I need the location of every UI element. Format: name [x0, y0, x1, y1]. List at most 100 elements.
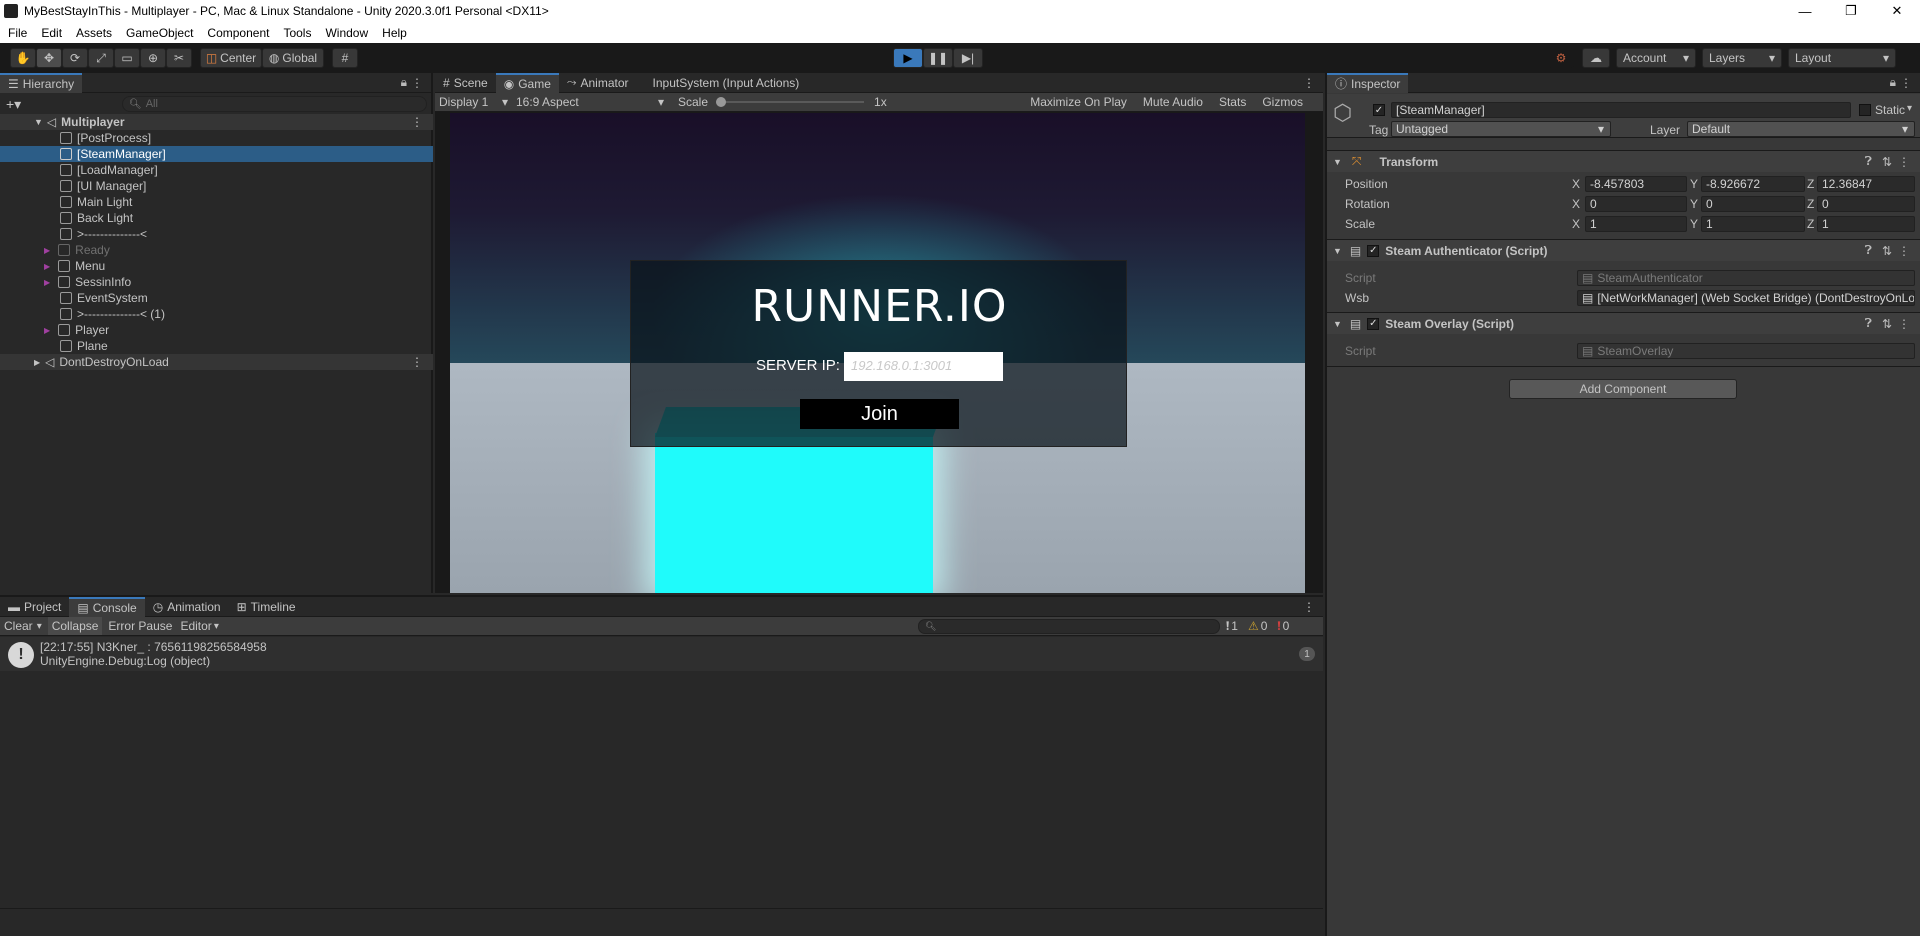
slider-thumb[interactable] [716, 97, 727, 107]
scale-slider[interactable] [716, 97, 865, 107]
ddol-scene-row[interactable]: ▶ ◁ DontDestroyOnLoad ⋮ [0, 354, 433, 370]
rotate-tool-icon[interactable]: ⟳ [62, 48, 88, 68]
menu-tools[interactable]: Tools [283, 26, 311, 40]
menu-gameobject[interactable]: GameObject [126, 26, 193, 40]
hierarchy-item[interactable]: [LoadManager] [0, 162, 433, 178]
stats-toggle[interactable]: Stats [1211, 93, 1254, 112]
game-render[interactable]: RUNNER.IO SERVER IP: 192.168.0.1:3001 Jo… [450, 113, 1305, 593]
tab-hierarchy[interactable]: ☰ Hierarchy [0, 72, 83, 93]
play-button[interactable]: ▶ [893, 48, 923, 68]
expand-arrow-icon[interactable]: ▶ [44, 246, 50, 255]
rect-tool-icon[interactable]: ▭ [114, 48, 140, 68]
preset-icon[interactable]: ⇅ [1882, 244, 1892, 258]
help-icon[interactable]: ❓︎ [1865, 243, 1872, 258]
collapse-arrow-icon[interactable]: ▼ [1333, 246, 1342, 256]
hierarchy-item[interactable]: ▶ Menu [0, 258, 433, 274]
console-search-input[interactable]: 🔍︎ [918, 618, 1220, 634]
tab-timeline[interactable]: ⊞ Timeline [229, 597, 304, 617]
collapse-arrow-icon[interactable]: ▼ [1333, 319, 1342, 329]
component-menu-icon[interactable]: ⋮ [1898, 317, 1910, 331]
tab-project[interactable]: ▬ Project [0, 597, 69, 617]
hierarchy-item[interactable]: ▶ Player [0, 322, 433, 338]
expand-arrow-icon[interactable]: ▶ [34, 358, 40, 367]
maximize-on-play-toggle[interactable]: Maximize On Play [1022, 93, 1135, 112]
display-dropdown[interactable]: Display 1 ▾ [435, 95, 512, 109]
hierarchy-item[interactable]: Back Light [0, 210, 433, 226]
transform-header[interactable]: ▼ ⤧ Transform ❓︎ ⇅ ⋮ [1327, 150, 1920, 172]
menu-edit[interactable]: Edit [41, 26, 62, 40]
component-enabled-checkbox[interactable]: ✓ [1367, 317, 1380, 330]
move-tool-icon[interactable]: ✥ [36, 48, 62, 68]
add-component-button[interactable]: Add Component [1509, 379, 1737, 399]
aspect-dropdown[interactable]: 16:9 Aspect ▾ [512, 95, 672, 109]
rotation-x-input[interactable]: 0 [1585, 196, 1687, 212]
position-y-input[interactable]: -8.926672 [1701, 176, 1805, 192]
more-options-icon[interactable]: ⋮ [411, 76, 423, 90]
menu-assets[interactable]: Assets [76, 26, 112, 40]
tab-scene[interactable]: # Scene [435, 73, 496, 93]
grid-snap-icon[interactable]: # [332, 48, 358, 68]
close-button[interactable]: ✕ [1874, 0, 1920, 22]
help-icon[interactable]: ❓︎ [1865, 154, 1872, 169]
step-button[interactable]: ▶| [953, 48, 983, 68]
scale-x-input[interactable]: 1 [1585, 216, 1687, 232]
error-count-icon[interactable]: ❗︎ [1277, 619, 1280, 634]
tab-inspector[interactable]: ⓘ Inspector [1327, 72, 1409, 93]
warning-count-icon[interactable]: ⚠ [1248, 619, 1259, 633]
rotation-z-input[interactable]: 0 [1817, 196, 1915, 212]
active-checkbox[interactable]: ✓ [1373, 104, 1385, 116]
steam-authenticator-header[interactable]: ▼ ▤ ✓ Steam Authenticator (Script) ❓︎ ⇅ … [1327, 239, 1920, 261]
gizmos-dropdown[interactable]: Gizmos [1254, 93, 1317, 112]
tab-game[interactable]: ◉ Game [495, 72, 559, 93]
rotation-y-input[interactable]: 0 [1701, 196, 1805, 212]
hierarchy-item-inactive[interactable]: ▶ Ready [0, 242, 433, 258]
error-pause-toggle[interactable]: Error Pause [102, 619, 178, 633]
log-entry[interactable]: ! [22:17:55] N3Kner_ : 76561198256584958… [0, 637, 1323, 671]
layers-dropdown[interactable]: Layers ▾ [1702, 48, 1782, 68]
hierarchy-item[interactable]: EventSystem [0, 290, 433, 306]
pause-button[interactable]: ❚❚ [923, 48, 953, 68]
help-icon[interactable]: ❓︎ [1865, 316, 1872, 331]
lock-icon[interactable]: 🔒︎ [401, 75, 407, 90]
scale-y-input[interactable]: 1 [1701, 216, 1805, 232]
editor-dropdown[interactable]: Editor [178, 619, 213, 633]
tab-console[interactable]: ▤ Console [69, 596, 145, 617]
scene-row[interactable]: ▼ ◁ Multiplayer ⋮ [0, 114, 433, 130]
server-ip-input[interactable]: 192.168.0.1:3001 [844, 352, 1003, 381]
more-options-icon[interactable]: ⋮ [1900, 76, 1912, 90]
scene-options-icon[interactable]: ⋮ [411, 355, 423, 369]
scene-options-icon[interactable]: ⋮ [411, 115, 423, 129]
steam-overlay-header[interactable]: ▼ ▤ ✓ Steam Overlay (Script) ❓︎ ⇅ ⋮ [1327, 312, 1920, 334]
layout-dropdown[interactable]: Layout ▾ [1788, 48, 1896, 68]
expand-arrow-icon[interactable]: ▶ [44, 278, 50, 287]
hierarchy-item[interactable]: [UI Manager] [0, 178, 433, 194]
collapse-arrow-icon[interactable]: ▼ [1333, 157, 1342, 167]
preset-icon[interactable]: ⇅ [1882, 155, 1892, 169]
tab-input-actions[interactable]: InputSystem (Input Actions) [645, 73, 808, 93]
pivot-center-button[interactable]: ◫ Center [200, 48, 262, 68]
position-z-input[interactable]: 12.36847 [1817, 176, 1915, 192]
tab-animation[interactable]: ◷ Animation [145, 597, 229, 617]
collab-icon[interactable]: ⚙ [1548, 48, 1574, 68]
menu-component[interactable]: Component [207, 26, 269, 40]
hand-tool-icon[interactable]: ✋ [10, 48, 36, 68]
component-menu-icon[interactable]: ⋮ [1898, 155, 1910, 169]
expand-arrow-icon[interactable]: ▶ [44, 262, 50, 271]
join-button[interactable]: Join [800, 399, 959, 429]
menu-window[interactable]: Window [325, 26, 368, 40]
component-enabled-checkbox[interactable]: ✓ [1367, 244, 1380, 257]
lock-icon[interactable]: 🔒︎ [1890, 75, 1896, 90]
transform-tool-icon[interactable]: ⊕ [140, 48, 166, 68]
minimize-button[interactable]: — [1782, 0, 1828, 22]
more-options-icon[interactable]: ⋮ [1303, 76, 1315, 90]
object-name-input[interactable]: [SteamManager] [1391, 102, 1851, 118]
menu-file[interactable]: File [8, 26, 27, 40]
hierarchy-item[interactable]: Plane [0, 338, 433, 354]
cloud-icon[interactable]: ☁ [1582, 48, 1610, 68]
wsb-field[interactable]: ▤ [NetWorkManager] (Web Socket Bridge) (D… [1577, 290, 1915, 306]
space-global-button[interactable]: ◍ Global [262, 48, 324, 68]
static-checkbox[interactable] [1859, 104, 1871, 116]
info-count-icon[interactable]: ❗︎ [1226, 619, 1229, 634]
tab-animator[interactable]: ⤳ Animator [559, 73, 637, 93]
preset-icon[interactable]: ⇅ [1882, 317, 1892, 331]
